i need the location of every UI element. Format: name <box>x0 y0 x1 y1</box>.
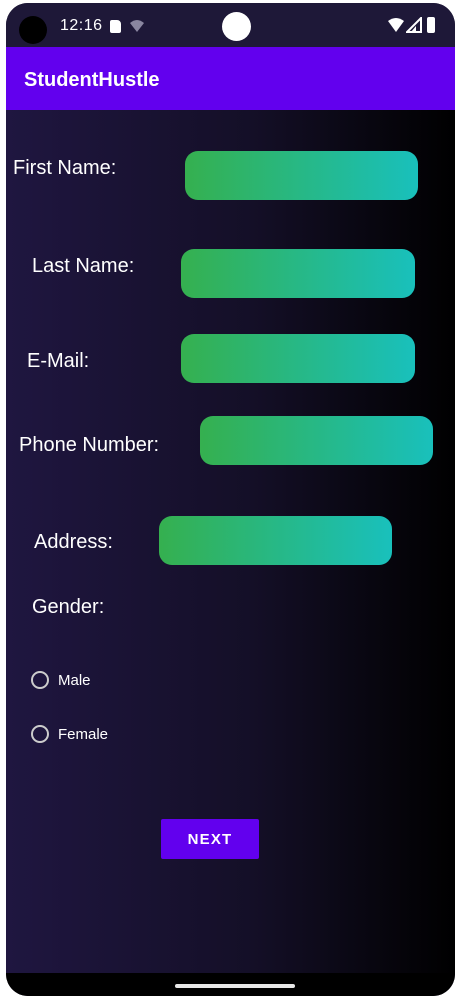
phone-screen: 12:16 StudentHustle First Name: Last Nam… <box>6 3 455 996</box>
next-button[interactable]: NEXT <box>161 819 259 859</box>
last-name-field[interactable] <box>181 249 415 298</box>
registration-form: First Name: Last Name: E-Mail: Phone Num… <box>6 110 455 973</box>
status-bar: 12:16 <box>6 3 455 47</box>
home-gesture-bar[interactable] <box>175 984 295 988</box>
first-name-label: First Name: <box>13 157 117 179</box>
radio-male[interactable]: Male <box>31 671 91 689</box>
gender-label: Gender: <box>32 596 105 618</box>
signal-icon <box>406 17 422 33</box>
wifi-icon <box>388 18 404 32</box>
radio-button-icon[interactable] <box>31 671 49 689</box>
address-field[interactable] <box>159 516 392 565</box>
battery-icon <box>427 17 435 33</box>
camera-cutout <box>19 16 47 44</box>
notification-dot <box>222 12 251 41</box>
app-title: StudentHustle <box>24 69 160 91</box>
radio-female-label: Female <box>58 725 109 743</box>
radio-button-icon[interactable] <box>31 725 49 743</box>
sd-card-icon <box>110 20 121 33</box>
address-label: Address: <box>34 531 113 553</box>
phone-number-field[interactable] <box>200 416 433 465</box>
phone-number-label: Phone Number: <box>19 434 160 456</box>
radio-male-label: Male <box>58 671 91 689</box>
last-name-label: Last Name: <box>32 255 135 277</box>
status-time: 12:16 <box>60 17 103 34</box>
navigation-bar <box>6 973 455 996</box>
email-field[interactable] <box>181 334 415 383</box>
app-bar: StudentHustle <box>6 47 455 110</box>
email-label: E-Mail: <box>27 350 90 372</box>
radio-female[interactable]: Female <box>31 725 108 743</box>
first-name-field[interactable] <box>185 151 418 200</box>
wifi-question-icon <box>130 20 144 32</box>
